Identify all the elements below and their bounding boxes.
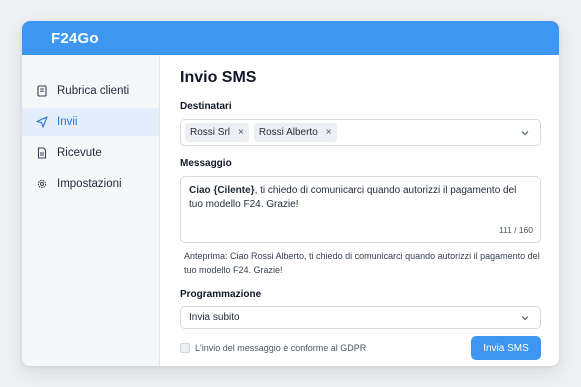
sidebar-item-rubrica-clienti[interactable]: Rubrica clienti [22, 77, 159, 105]
sidebar: Rubrica clienti Invii Ricevute Impostazi… [22, 55, 160, 366]
chevron-down-icon [521, 316, 529, 321]
sidebar-item-label: Rubrica clienti [57, 85, 130, 97]
sidebar-item-label: Ricevute [57, 147, 102, 159]
sidebar-item-label: Invii [57, 116, 78, 128]
chevron-down-icon[interactable] [520, 128, 530, 138]
character-counter: 111 / 160 [498, 225, 533, 235]
address-book-icon [36, 85, 48, 97]
gear-icon [36, 178, 48, 190]
sidebar-item-label: Impostazioni [57, 178, 122, 190]
remove-chip-icon[interactable]: × [238, 127, 244, 138]
recipient-chip-label: Rossi Srl [190, 127, 231, 138]
schedule-label: Programmazione [180, 289, 262, 300]
recipients-select[interactable]: Rossi Srl × Rossi Alberto × [180, 119, 541, 146]
gdpr-label: L'invio del messaggio è conforme al GDPR [195, 343, 367, 353]
schedule-value: Invia subito [189, 312, 240, 323]
recipient-chip: Rossi Alberto × [253, 123, 337, 142]
form-footer: L'invio del messaggio è conforme al GDPR… [180, 336, 541, 360]
schedule-select[interactable]: Invia subito [180, 306, 541, 329]
app-window: F24Go Rubrica clienti Invii Ricevute Imp… [22, 21, 559, 366]
receipt-icon [36, 147, 48, 159]
send-sms-button[interactable]: Invia SMS [471, 336, 541, 360]
page-title: Invio SMS [180, 69, 257, 86]
message-textarea[interactable]: Ciao {Cilente}, ti chiedo di comunicarci… [180, 176, 541, 243]
brand-logo: F24Go [51, 29, 99, 47]
gdpr-checkbox[interactable] [180, 343, 190, 353]
send-icon [36, 116, 48, 128]
sidebar-item-invii[interactable]: Invii [22, 108, 159, 136]
sidebar-item-impostazioni[interactable]: Impostazioni [22, 170, 159, 198]
remove-chip-icon[interactable]: × [326, 127, 332, 138]
sidebar-item-ricevute[interactable]: Ricevute [22, 139, 159, 167]
placeholder-token: Ciao {Cilente} [189, 185, 255, 196]
message-preview: Anteprima: Ciao Rossi Alberto, ti chiedo… [184, 251, 540, 275]
recipient-chip-label: Rossi Alberto [258, 127, 318, 138]
recipients-label: Destinatari [180, 101, 232, 112]
recipient-chip: Rossi Srl × [185, 123, 249, 142]
app-header: F24Go [22, 21, 559, 55]
message-label: Messaggio [180, 158, 232, 169]
main-panel: Invio SMS Destinatari Rossi Srl × Rossi … [160, 55, 559, 366]
